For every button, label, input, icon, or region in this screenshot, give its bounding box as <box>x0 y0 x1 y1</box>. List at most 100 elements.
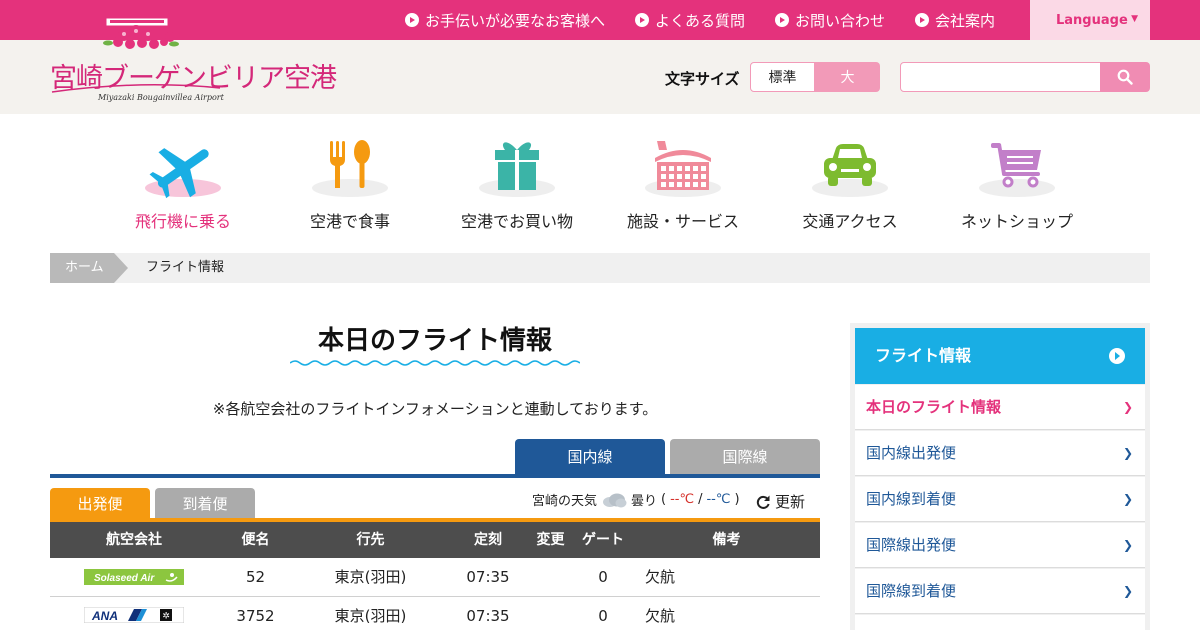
svg-text:✲: ✲ <box>162 612 170 622</box>
flight-number: 52 <box>245 568 266 586</box>
fork-spoon-icon <box>312 140 388 197</box>
tab-arrival[interactable]: 到着便 <box>155 488 255 518</box>
table-row: Solaseed Air 52 東京(羽田) 07:35 0 欠航 <box>50 558 820 597</box>
sidebar-item-domestic-departures[interactable]: 国内線出発便 ❯ <box>855 431 1145 476</box>
cart-icon <box>979 143 1055 197</box>
header-scheduled: 定刻 <box>474 532 502 548</box>
arrow-circle-icon <box>404 13 419 27</box>
font-size-large-button[interactable]: 大 <box>815 62 880 92</box>
top-link-contact[interactable]: お問い合わせ <box>774 10 885 31</box>
sidebar-head-flight-info[interactable]: フライト情報 <box>855 328 1145 384</box>
sidebar-item-label: 国際線到着便 <box>866 582 957 600</box>
weather-paren: ) <box>734 492 740 507</box>
weather-min-temp: --℃ <box>706 492 731 507</box>
top-link-label: よくある質問 <box>654 11 745 30</box>
chevron-right-icon: ❯ <box>1122 446 1133 460</box>
flight-destination: 東京(羽田) <box>334 568 407 586</box>
breadcrumb: ホーム フライト情報 <box>50 253 1150 283</box>
arrow-circle-icon <box>774 13 789 27</box>
breadcrumb-current: フライト情報 <box>146 260 225 275</box>
weather-separator: / <box>698 492 703 507</box>
category-dining[interactable]: 空港で食事 <box>280 138 420 232</box>
sidebar-item-more[interactable] <box>855 615 1145 630</box>
arrow-circle-icon <box>1109 348 1125 364</box>
weather-info: 宮崎の天気 曇り ( --℃ / --℃ ) <box>532 490 740 509</box>
tab-divider <box>50 474 820 478</box>
sidebar-item-today-flights[interactable]: 本日のフライト情報 ❯ <box>855 385 1145 430</box>
top-link-label: お手伝いが必要なお客様へ <box>424 11 605 30</box>
airline-name: ANA <box>91 609 118 623</box>
refresh-button[interactable]: 更新 <box>755 491 805 512</box>
caret-down-icon: ▼ <box>1131 14 1138 24</box>
table-row: ANA ✲ 3752 東京(羽田) 07:35 0 欠航 <box>50 597 820 630</box>
search-button[interactable] <box>1100 62 1150 92</box>
tab-departure[interactable]: 出発便 <box>50 488 150 518</box>
language-label: Language <box>1056 12 1128 28</box>
language-select[interactable]: Language ▼ <box>1030 0 1150 40</box>
font-size-normal-button[interactable]: 標準 <box>750 62 815 92</box>
airplane-icon <box>145 148 221 199</box>
weather-condition: 曇り <box>631 494 658 509</box>
tab-international[interactable]: 国際線 <box>670 439 820 474</box>
search-icon <box>1117 69 1133 85</box>
arrow-circle-icon <box>914 13 929 27</box>
top-link-company[interactable]: 会社案内 <box>914 10 995 31</box>
header-flight: 便名 <box>241 532 270 548</box>
wavy-underline <box>290 360 580 366</box>
top-link-label: お問い合わせ <box>794 11 885 30</box>
category-netshop[interactable]: ネットショップ <box>947 138 1087 232</box>
sidebar-item-domestic-arrivals[interactable]: 国内線到着便 ❯ <box>855 477 1145 522</box>
sidebar-item-label: 国内線出発便 <box>866 444 957 462</box>
table-header: 航空会社 便名 行先 定刻 変更 ゲート 備考 <box>50 522 820 558</box>
header-change: 変更 <box>536 532 565 548</box>
flight-remarks: 欠航 <box>645 568 676 586</box>
top-link-faq[interactable]: よくある質問 <box>634 10 745 31</box>
top-link-label: 会社案内 <box>934 11 995 30</box>
top-links: お手伝いが必要なお客様へ よくある質問 お問い合わせ 会社案内 <box>404 0 995 40</box>
top-link-assistance[interactable]: お手伝いが必要なお客様へ <box>404 10 605 31</box>
flight-destination: 東京(羽田) <box>334 607 407 625</box>
header-airline: 航空会社 <box>106 532 162 548</box>
refresh-label: 更新 <box>775 493 806 511</box>
flight-gate: 0 <box>598 568 608 586</box>
chevron-right-icon: ❯ <box>1122 492 1133 506</box>
flight-time: 07:35 <box>466 568 510 586</box>
breadcrumb-home[interactable]: ホーム <box>50 253 128 283</box>
gift-icon <box>479 142 555 197</box>
category-shopping[interactable]: 空港でお買い物 <box>447 138 587 232</box>
font-size-label: 文字サイズ <box>665 70 740 88</box>
sidebar-item-intl-departures[interactable]: 国際線出発便 ❯ <box>855 523 1145 568</box>
sidebar-item-label: 国内線到着便 <box>866 490 957 508</box>
solaseed-logo-icon: Solaseed Air <box>84 569 184 585</box>
notice-text: ※各航空会社のフライトインフォメーションと連動しております。 <box>212 400 658 418</box>
header-gate: ゲート <box>582 532 624 548</box>
sidebar-item-label: 国際線出発便 <box>866 536 957 554</box>
flight-time: 07:35 <box>466 607 510 625</box>
flight-remarks: 欠航 <box>645 607 676 625</box>
category-access[interactable]: 交通アクセス <box>780 138 920 232</box>
page-title: 本日のフライト情報 <box>317 326 552 356</box>
weather-max-temp: --℃ <box>670 492 695 507</box>
ana-logo-icon: ANA ✲ <box>84 607 184 623</box>
logo-text[interactable]: 宮崎ブーゲンビリア空港 <box>50 56 337 95</box>
search-input[interactable] <box>900 62 1101 92</box>
sidebar-item-intl-arrivals[interactable]: 国際線到着便 ❯ <box>855 569 1145 614</box>
chevron-right-icon: ❯ <box>1122 584 1133 598</box>
chevron-right-icon: ❯ <box>1122 538 1133 552</box>
flight-gate: 0 <box>598 607 608 625</box>
category-label: 飛行機に乗る <box>134 212 231 231</box>
category-facilities[interactable]: 施設・サービス <box>613 138 753 232</box>
category-label: 空港でお買い物 <box>460 212 573 231</box>
car-icon <box>812 144 888 197</box>
cloud-icon <box>603 493 627 507</box>
category-fly[interactable]: 飛行機に乗る <box>113 138 253 232</box>
sidebar-item-label: 本日のフライト情報 <box>866 398 1002 416</box>
tab-domestic[interactable]: 国内線 <box>515 439 665 474</box>
header-destination: 行先 <box>356 532 385 548</box>
sidebar-head-label: フライト情報 <box>875 346 972 365</box>
category-label: 交通アクセス <box>802 212 898 231</box>
refresh-icon <box>756 495 770 509</box>
logo-subtitle: Miyazaki Bougainvillea Airport <box>98 93 224 102</box>
arrow-circle-icon <box>634 13 649 27</box>
chevron-right-icon: ❯ <box>1122 400 1133 414</box>
